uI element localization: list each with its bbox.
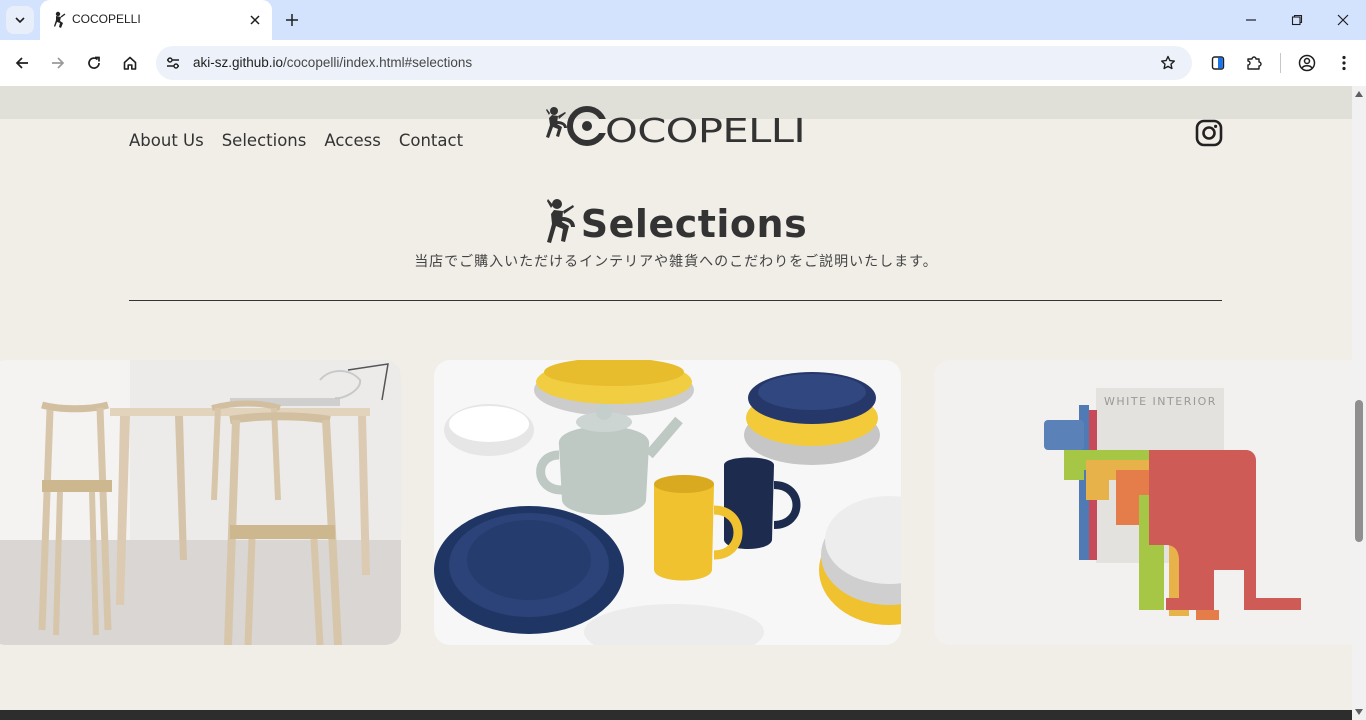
nav-link-access[interactable]: Access <box>324 131 381 150</box>
tab-title: COCOPELLI <box>72 12 141 26</box>
reading-mode-button[interactable] <box>1206 51 1230 75</box>
minimize-button[interactable] <box>1241 10 1261 30</box>
page-viewport: About Us Selections Access Contact OCOPE… <box>0 86 1352 720</box>
instagram-link[interactable] <box>1195 119 1223 147</box>
new-tab-button[interactable] <box>282 10 302 30</box>
colorful-bookends-image: WHITE INTERIOR <box>934 360 1352 645</box>
arrow-left-icon <box>15 57 28 69</box>
nav-link-selections[interactable]: Selections <box>222 131 307 150</box>
selection-card-tableware[interactable] <box>434 360 901 645</box>
nav-link-about[interactable]: About Us <box>129 131 204 150</box>
restore-icon <box>1291 14 1303 26</box>
tab-close-button[interactable] <box>246 11 264 29</box>
scroll-up-icon[interactable] <box>1355 90 1363 98</box>
kokopelli-favicon-icon <box>54 11 66 28</box>
brand-wordmark: OCOPELLI <box>605 111 805 150</box>
extensions-button[interactable] <box>1242 51 1266 75</box>
section-title: Selections <box>580 202 808 246</box>
toolbar-separator <box>1280 53 1281 73</box>
close-icon <box>250 15 260 25</box>
home-icon <box>123 56 137 70</box>
page-scrollbar[interactable] <box>1352 86 1366 720</box>
site-logo[interactable]: OCOPELLI <box>545 104 807 150</box>
kokopelli-icon <box>546 199 575 243</box>
forward-button[interactable] <box>46 51 70 75</box>
site-info-button[interactable] <box>162 52 184 74</box>
tab-search-button[interactable] <box>6 6 34 34</box>
reload-button[interactable] <box>82 51 106 75</box>
site-nav: About Us Selections Access Contact <box>129 131 463 150</box>
more-vert-icon <box>1342 55 1346 71</box>
star-icon <box>1161 55 1175 70</box>
section-divider <box>129 300 1222 301</box>
puzzle-icon <box>1247 56 1262 70</box>
browser-toolbar: aki-sz.github.io/cocopelli/index.html#se… <box>0 40 1366 86</box>
tune-icon <box>167 57 179 69</box>
selection-card-goods[interactable]: WHITE INTERIOR <box>934 360 1352 645</box>
home-button[interactable] <box>118 51 142 75</box>
bookmark-button[interactable] <box>1157 52 1179 74</box>
kokopelli-logo-icon: OCOPELLI <box>546 106 806 150</box>
dark-footer-edge <box>0 710 1352 720</box>
account-icon <box>1298 54 1316 72</box>
close-icon <box>1337 14 1349 26</box>
book-spine-text: WHITE INTERIOR <box>1104 395 1217 408</box>
chevron-down-icon <box>15 17 25 24</box>
back-button[interactable] <box>10 51 34 75</box>
tableware-image <box>434 360 901 645</box>
url-path: /cocopelli/index.html#selections <box>283 55 473 70</box>
close-window-button[interactable] <box>1333 10 1353 30</box>
url-text[interactable]: aki-sz.github.io/cocopelli/index.html#se… <box>193 55 472 70</box>
section-heading: Selections <box>0 182 1352 248</box>
active-tab[interactable]: COCOPELLI <box>40 0 272 40</box>
address-bar[interactable]: aki-sz.github.io/cocopelli/index.html#se… <box>156 46 1192 80</box>
dining-chairs-image <box>0 360 401 645</box>
tab-strip: COCOPELLI <box>0 0 1366 40</box>
scroll-thumb[interactable] <box>1355 400 1363 542</box>
instagram-icon <box>1195 119 1223 147</box>
minimize-icon <box>1246 19 1256 21</box>
url-host: aki-sz.github.io <box>193 55 284 70</box>
browser-menu-button[interactable] <box>1332 51 1356 75</box>
plus-icon <box>286 14 298 26</box>
section-description: 当店でご購入いただけるインテリアや雑貨へのこだわりをご説明いたします。 <box>414 254 938 270</box>
restore-button[interactable] <box>1287 10 1307 30</box>
arrow-right-icon <box>52 57 65 69</box>
reload-icon <box>88 56 100 69</box>
selection-card-furniture[interactable] <box>0 360 401 645</box>
scroll-down-icon[interactable] <box>1355 708 1363 716</box>
profile-button[interactable] <box>1295 51 1319 75</box>
nav-link-contact[interactable]: Contact <box>399 131 463 150</box>
side-panel-icon <box>1211 56 1225 70</box>
